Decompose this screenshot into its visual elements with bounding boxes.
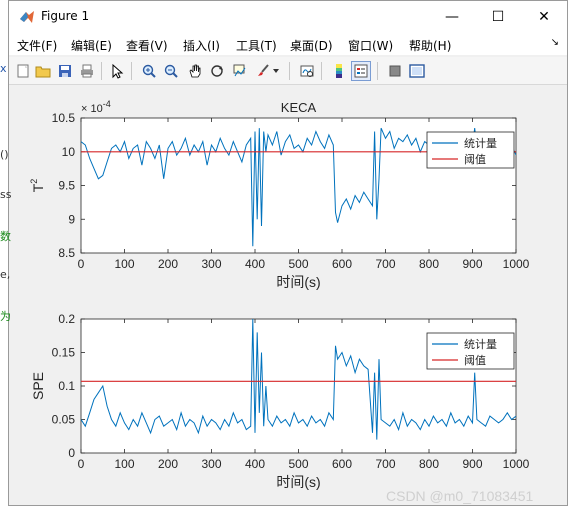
x-tick-label: 300 <box>201 457 221 471</box>
chart-title: KECA <box>281 100 317 115</box>
background-editor-fragment: e, <box>0 268 11 281</box>
toolbar-separator <box>131 62 132 80</box>
x-tick-label: 600 <box>332 457 352 471</box>
menu-edit[interactable]: 编辑(E) <box>71 37 112 54</box>
figure-canvas: 0 100 200 300 400 500 600 700 800 900 1000 8.5 9 9.5 1… <box>9 86 567 505</box>
close-icon: ✕ <box>538 9 550 25</box>
y-axis-label: T2 <box>29 179 46 193</box>
background-editor-fragment: 为 <box>0 310 11 323</box>
x-tick-label: 400 <box>245 457 265 471</box>
title-bar[interactable]: Figure 1 — ☐ ✕ <box>9 1 567 33</box>
x-tick-label: 1000 <box>503 257 530 271</box>
x-tick-label: 200 <box>158 457 178 471</box>
x-tick-label: 800 <box>419 457 439 471</box>
x-tick-label: 0 <box>78 257 85 271</box>
x-tick-label: 700 <box>375 457 395 471</box>
chart-1 <box>80 117 517 254</box>
matlab-logo-icon <box>20 11 34 23</box>
menu-desktop[interactable]: 桌面(D) <box>290 37 333 54</box>
toolbar-separator <box>289 62 290 80</box>
link-plot-icon[interactable] <box>297 61 317 81</box>
y-tick-label: 8.5 <box>58 246 75 260</box>
print-icon[interactable] <box>77 61 97 81</box>
maximize-button[interactable]: ☐ <box>475 1 521 33</box>
toolbar-separator <box>101 62 102 80</box>
background-editor-fragment: () <box>0 148 9 161</box>
new-figure-icon[interactable] <box>13 61 33 81</box>
legend-icon[interactable] <box>351 61 371 81</box>
y-tick-label: 9 <box>68 212 75 226</box>
menu-file[interactable]: 文件(F) <box>17 37 57 54</box>
figure-window: Figure 1 — ☐ ✕ 文件(F) 编辑(E) 查看(V) 插入(I) 工… <box>8 0 568 506</box>
x-tick-label: 900 <box>462 257 482 271</box>
x-tick-label: 800 <box>419 257 439 271</box>
colorbar-icon[interactable] <box>329 61 349 81</box>
menu-help[interactable]: 帮助(H) <box>409 37 451 54</box>
y-exponent-sup: -4 <box>103 99 111 109</box>
y-tick-label: 0.05 <box>52 413 76 427</box>
legend-label: 阈值 <box>464 353 486 367</box>
x-tick-label: 500 <box>288 257 308 271</box>
y-tick-label: 0.15 <box>52 346 76 360</box>
background-editor-fragment: x <box>0 62 7 75</box>
menu-window[interactable]: 窗口(W) <box>348 37 393 54</box>
x-tick-label: 100 <box>114 457 134 471</box>
legend-label: 统计量 <box>464 137 497 150</box>
y-tick-label: 10 <box>62 145 76 159</box>
maximize-icon: ☐ <box>491 9 505 25</box>
menu-tools[interactable]: 工具(T) <box>236 37 277 54</box>
y-exponent-label: × 10-4 <box>81 99 111 115</box>
x-axis-label: 时间(s) <box>276 474 320 490</box>
save-icon[interactable] <box>55 61 75 81</box>
close-button[interactable]: ✕ <box>521 1 567 33</box>
x-tick-label: 1000 <box>503 457 530 471</box>
menu-view[interactable]: 查看(V) <box>126 37 168 54</box>
open-file-icon[interactable] <box>33 61 53 81</box>
background-editor-fragment: 数 <box>0 230 11 243</box>
pan-icon[interactable] <box>185 61 205 81</box>
window-title: Figure 1 <box>41 9 90 23</box>
data-cursor-icon[interactable] <box>229 61 249 81</box>
zoom-out-icon[interactable] <box>161 61 181 81</box>
rotate-3d-icon[interactable] <box>207 61 227 81</box>
y-axis-label-sup: 2 <box>29 179 39 184</box>
hide-plot-tools-icon[interactable] <box>385 61 405 81</box>
zoom-in-icon[interactable] <box>139 61 159 81</box>
x-axis-label: 时间(s) <box>276 274 320 290</box>
legend-label: 统计量 <box>464 338 497 351</box>
x-tick-label: 700 <box>375 257 395 271</box>
pointer-icon[interactable] <box>107 61 127 81</box>
brush-dropdown-icon[interactable] <box>271 61 281 81</box>
x-tick-label: 0 <box>78 457 85 471</box>
minimize-button[interactable]: — <box>429 1 475 33</box>
y-tick-label: 0 <box>68 446 75 460</box>
x-tick-label: 200 <box>158 257 178 271</box>
x-tick-label: 600 <box>332 257 352 271</box>
y-tick-label: 0.2 <box>58 312 75 326</box>
y-tick-label: 0.1 <box>58 379 75 393</box>
minimize-icon: — <box>445 9 459 25</box>
x-tick-label: 100 <box>114 257 134 271</box>
x-tick-label: 500 <box>288 457 308 471</box>
x-tick-label: 900 <box>462 457 482 471</box>
menu-bar: 文件(F) 编辑(E) 查看(V) 插入(I) 工具(T) 桌面(D) 窗口(W… <box>9 33 567 55</box>
watermark: CSDN @m0_71083451 <box>386 488 534 504</box>
y-tick-label: 9.5 <box>58 179 75 193</box>
figure-toolbar <box>9 57 567 85</box>
menu-insert[interactable]: 插入(I) <box>183 37 220 54</box>
y-tick-label: 10.5 <box>52 111 76 125</box>
show-plot-tools-icon[interactable] <box>407 61 427 81</box>
y-axis-label: SPE <box>30 372 46 400</box>
plot-area[interactable]: 0 100 200 300 400 500 600 700 800 900 10008.599.51… <box>9 86 567 505</box>
menu-dock-arrow-icon[interactable]: ↘ <box>551 37 559 48</box>
toolbar-separator <box>377 62 378 80</box>
background-editor-fragment: ss <box>0 188 12 201</box>
toolbar-separator <box>321 62 322 80</box>
x-tick-label: 400 <box>245 257 265 271</box>
legend-label: 阈值 <box>464 152 486 166</box>
x-tick-label: 300 <box>201 257 221 271</box>
chart-2 <box>80 318 517 454</box>
brush-icon[interactable] <box>253 61 273 81</box>
